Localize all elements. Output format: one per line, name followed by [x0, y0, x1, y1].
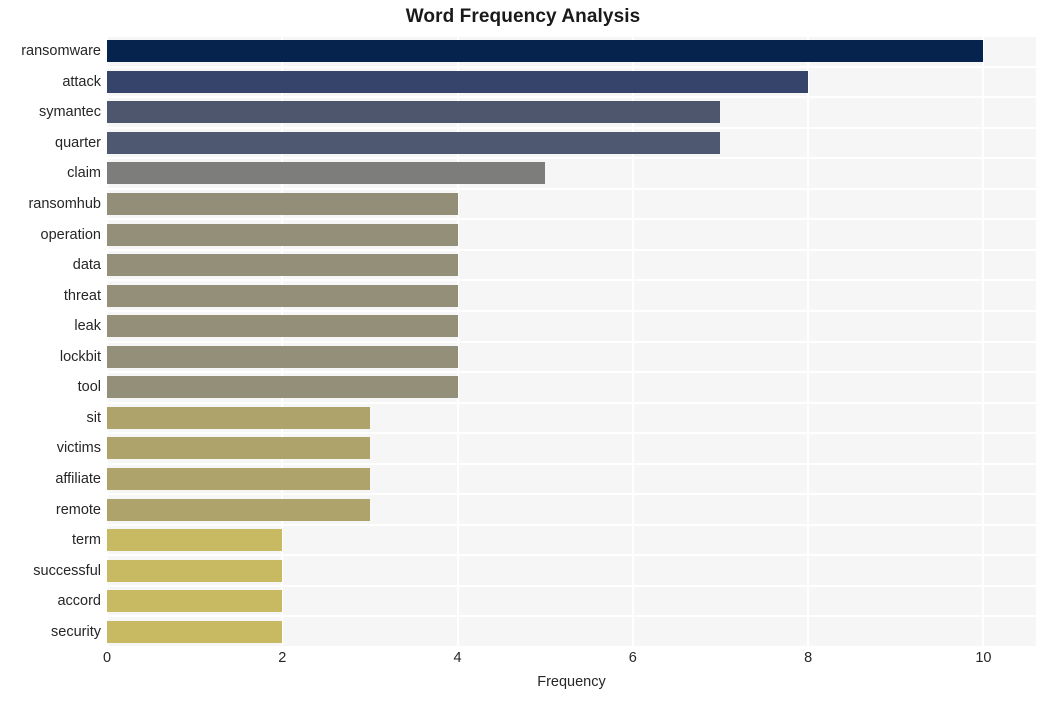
gridline-horizontal — [107, 309, 1036, 312]
y-tick-label: attack — [62, 73, 101, 90]
gridline-vertical — [982, 36, 985, 647]
gridline-horizontal — [107, 493, 1036, 496]
bar — [107, 620, 283, 643]
y-tick-label: accord — [57, 593, 101, 610]
y-tick-label: data — [72, 257, 101, 274]
y-tick-label: tool — [77, 379, 101, 396]
y-tick-label: term — [72, 532, 101, 549]
bar — [107, 131, 721, 154]
bar — [107, 40, 984, 63]
bar — [107, 223, 458, 246]
gridline-horizontal — [107, 96, 1036, 99]
bar — [107, 254, 458, 277]
y-tick-label: affiliate — [55, 470, 101, 487]
x-axis-title: Frequency — [537, 674, 606, 690]
y-tick-label: victims — [56, 440, 101, 457]
bar — [107, 467, 370, 490]
bar — [107, 437, 370, 460]
bar — [107, 376, 458, 399]
gridline-horizontal — [107, 615, 1036, 618]
y-tick-label: quarter — [55, 134, 101, 151]
bar — [107, 315, 458, 338]
gridline-vertical — [456, 36, 459, 647]
x-tick-label: 0 — [102, 650, 112, 666]
x-tick-label: 8 — [804, 650, 813, 666]
bar — [107, 284, 458, 307]
gridline-horizontal — [107, 157, 1036, 160]
y-tick-label: security — [51, 623, 101, 640]
x-tick-label: 2 — [278, 650, 287, 666]
x-tick-label: 10 — [975, 650, 992, 666]
bar — [107, 529, 283, 552]
gridline-horizontal — [107, 248, 1036, 251]
bar — [107, 193, 458, 216]
y-tick-label: leak — [74, 318, 101, 335]
gridline-horizontal — [107, 462, 1036, 465]
y-tick-label: operation — [40, 226, 101, 243]
gridline-horizontal — [107, 65, 1036, 68]
gridline-vertical — [807, 36, 810, 647]
bar — [107, 498, 370, 521]
bar — [107, 559, 283, 582]
bar — [107, 101, 721, 124]
chart-title: Word Frequency Analysis — [405, 6, 641, 27]
y-tick-label: sit — [86, 409, 102, 426]
gridline-horizontal — [107, 371, 1036, 374]
y-tick-label: threat — [63, 287, 101, 304]
gridline-horizontal — [107, 35, 1036, 37]
word-frequency-chart-figure: Word Frequency Analysis ransomware attack… — [0, 0, 1046, 701]
y-tick-label: symantec — [38, 104, 101, 121]
gridline-horizontal — [107, 187, 1036, 190]
y-tick-label: ransomhub — [28, 196, 101, 213]
y-tick-label: remote — [55, 501, 101, 518]
y-tick-label: lockbit — [59, 348, 101, 365]
plot-area — [106, 35, 1036, 648]
y-tick-label: ransomware — [21, 43, 101, 60]
gridline-vertical — [106, 36, 108, 647]
gridline-horizontal — [107, 584, 1036, 587]
gridline-horizontal — [107, 340, 1036, 343]
gridline-horizontal — [107, 401, 1036, 404]
gridline-vertical — [281, 36, 284, 647]
bar — [107, 406, 370, 429]
x-tick-label: 6 — [628, 650, 637, 666]
bar — [107, 345, 458, 368]
bar — [107, 70, 809, 93]
x-tick-label: 4 — [453, 650, 462, 666]
gridline-vertical — [631, 36, 634, 647]
y-tick-label: successful — [33, 562, 101, 579]
gridline-horizontal — [107, 554, 1036, 557]
bar — [107, 162, 546, 185]
gridline-horizontal — [107, 523, 1036, 526]
bar — [107, 590, 283, 613]
gridline-horizontal — [107, 126, 1036, 129]
gridline-horizontal — [107, 279, 1036, 282]
x-axis: 0 2 4 6 8 10 — [103, 647, 1036, 673]
y-tick-label: claim — [67, 165, 101, 182]
y-axis: ransomware attack symantec quarter claim rans… — [0, 36, 101, 647]
gridline-horizontal — [107, 432, 1036, 435]
gridline-horizontal — [107, 218, 1036, 221]
